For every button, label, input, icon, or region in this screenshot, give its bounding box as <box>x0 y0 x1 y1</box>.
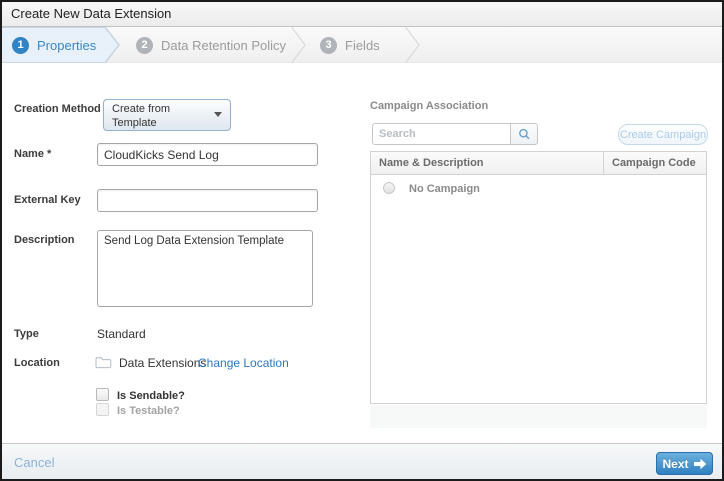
tab-step-data-retention-policy[interactable]: 2 Data Retention Policy <box>136 27 286 63</box>
next-button-label: Next <box>662 457 688 471</box>
is-testable-checkbox[interactable] <box>96 403 109 416</box>
step-label: Fields <box>345 38 380 53</box>
creation-method-value: Create from Template <box>112 103 170 129</box>
step-separator-chevron <box>291 27 307 63</box>
page-title: Create New Data Extension <box>11 6 171 21</box>
name-label: Name * <box>14 148 51 160</box>
campaign-association-title: Campaign Association <box>370 100 488 112</box>
title-bar: Create New Data Extension <box>2 2 722 27</box>
campaign-table-header: Name & Description Campaign Code <box>371 152 706 175</box>
external-key-label: External Key <box>14 194 81 206</box>
chevron-down-icon <box>214 112 222 117</box>
step-label: Properties <box>37 38 96 53</box>
tab-step-fields[interactable]: 3 Fields <box>320 27 380 63</box>
cancel-link[interactable]: Cancel <box>14 455 54 470</box>
wizard-step-bar: 1 Properties 2 Data Retention Policy 3 F… <box>2 27 722 63</box>
name-field[interactable] <box>97 143 318 166</box>
campaign-row-name: No Campaign <box>409 183 480 195</box>
folder-icon <box>95 355 112 369</box>
change-location-link[interactable]: Change Location <box>198 356 289 370</box>
location-value: Data Extensions <box>119 356 206 370</box>
description-field[interactable]: Send Log Data Extension Template <box>97 230 313 307</box>
step-number-badge: 3 <box>320 37 337 54</box>
creation-method-dropdown[interactable]: Create from Template <box>103 99 231 131</box>
create-data-extension-dialog: Create New Data Extension 1 Properties 2… <box>0 0 724 481</box>
column-header-name-description: Name & Description <box>371 152 604 174</box>
is-testable-label: Is Testable? <box>117 405 180 417</box>
type-label: Type <box>14 328 39 340</box>
step-separator-chevron <box>405 27 421 63</box>
footer-bar: Cancel Next <box>2 443 722 479</box>
table-row[interactable]: No Campaign <box>371 175 706 201</box>
external-key-field[interactable] <box>97 189 318 212</box>
next-button[interactable]: Next <box>656 452 713 475</box>
step-label: Data Retention Policy <box>161 38 286 53</box>
type-value: Standard <box>97 327 146 341</box>
is-sendable-checkbox[interactable] <box>96 388 109 401</box>
create-campaign-button[interactable]: Create Campaign <box>618 124 708 145</box>
no-campaign-radio[interactable] <box>383 182 395 194</box>
search-icon <box>518 128 531 141</box>
location-label: Location <box>14 357 60 369</box>
tab-step-properties[interactable]: 1 Properties <box>12 27 96 63</box>
arrow-right-icon <box>694 458 707 470</box>
campaign-search-input[interactable] <box>372 123 511 145</box>
search-button[interactable] <box>510 123 538 145</box>
campaign-table-footer <box>370 405 707 428</box>
description-label: Description <box>14 234 75 246</box>
column-header-campaign-code: Campaign Code <box>604 152 706 174</box>
step-number-badge: 2 <box>136 37 153 54</box>
campaign-table: Name & Description Campaign Code No Camp… <box>370 151 707 404</box>
creation-method-label: Creation Method <box>14 103 101 115</box>
step-number-badge: 1 <box>12 37 29 54</box>
is-sendable-label: Is Sendable? <box>117 390 185 402</box>
